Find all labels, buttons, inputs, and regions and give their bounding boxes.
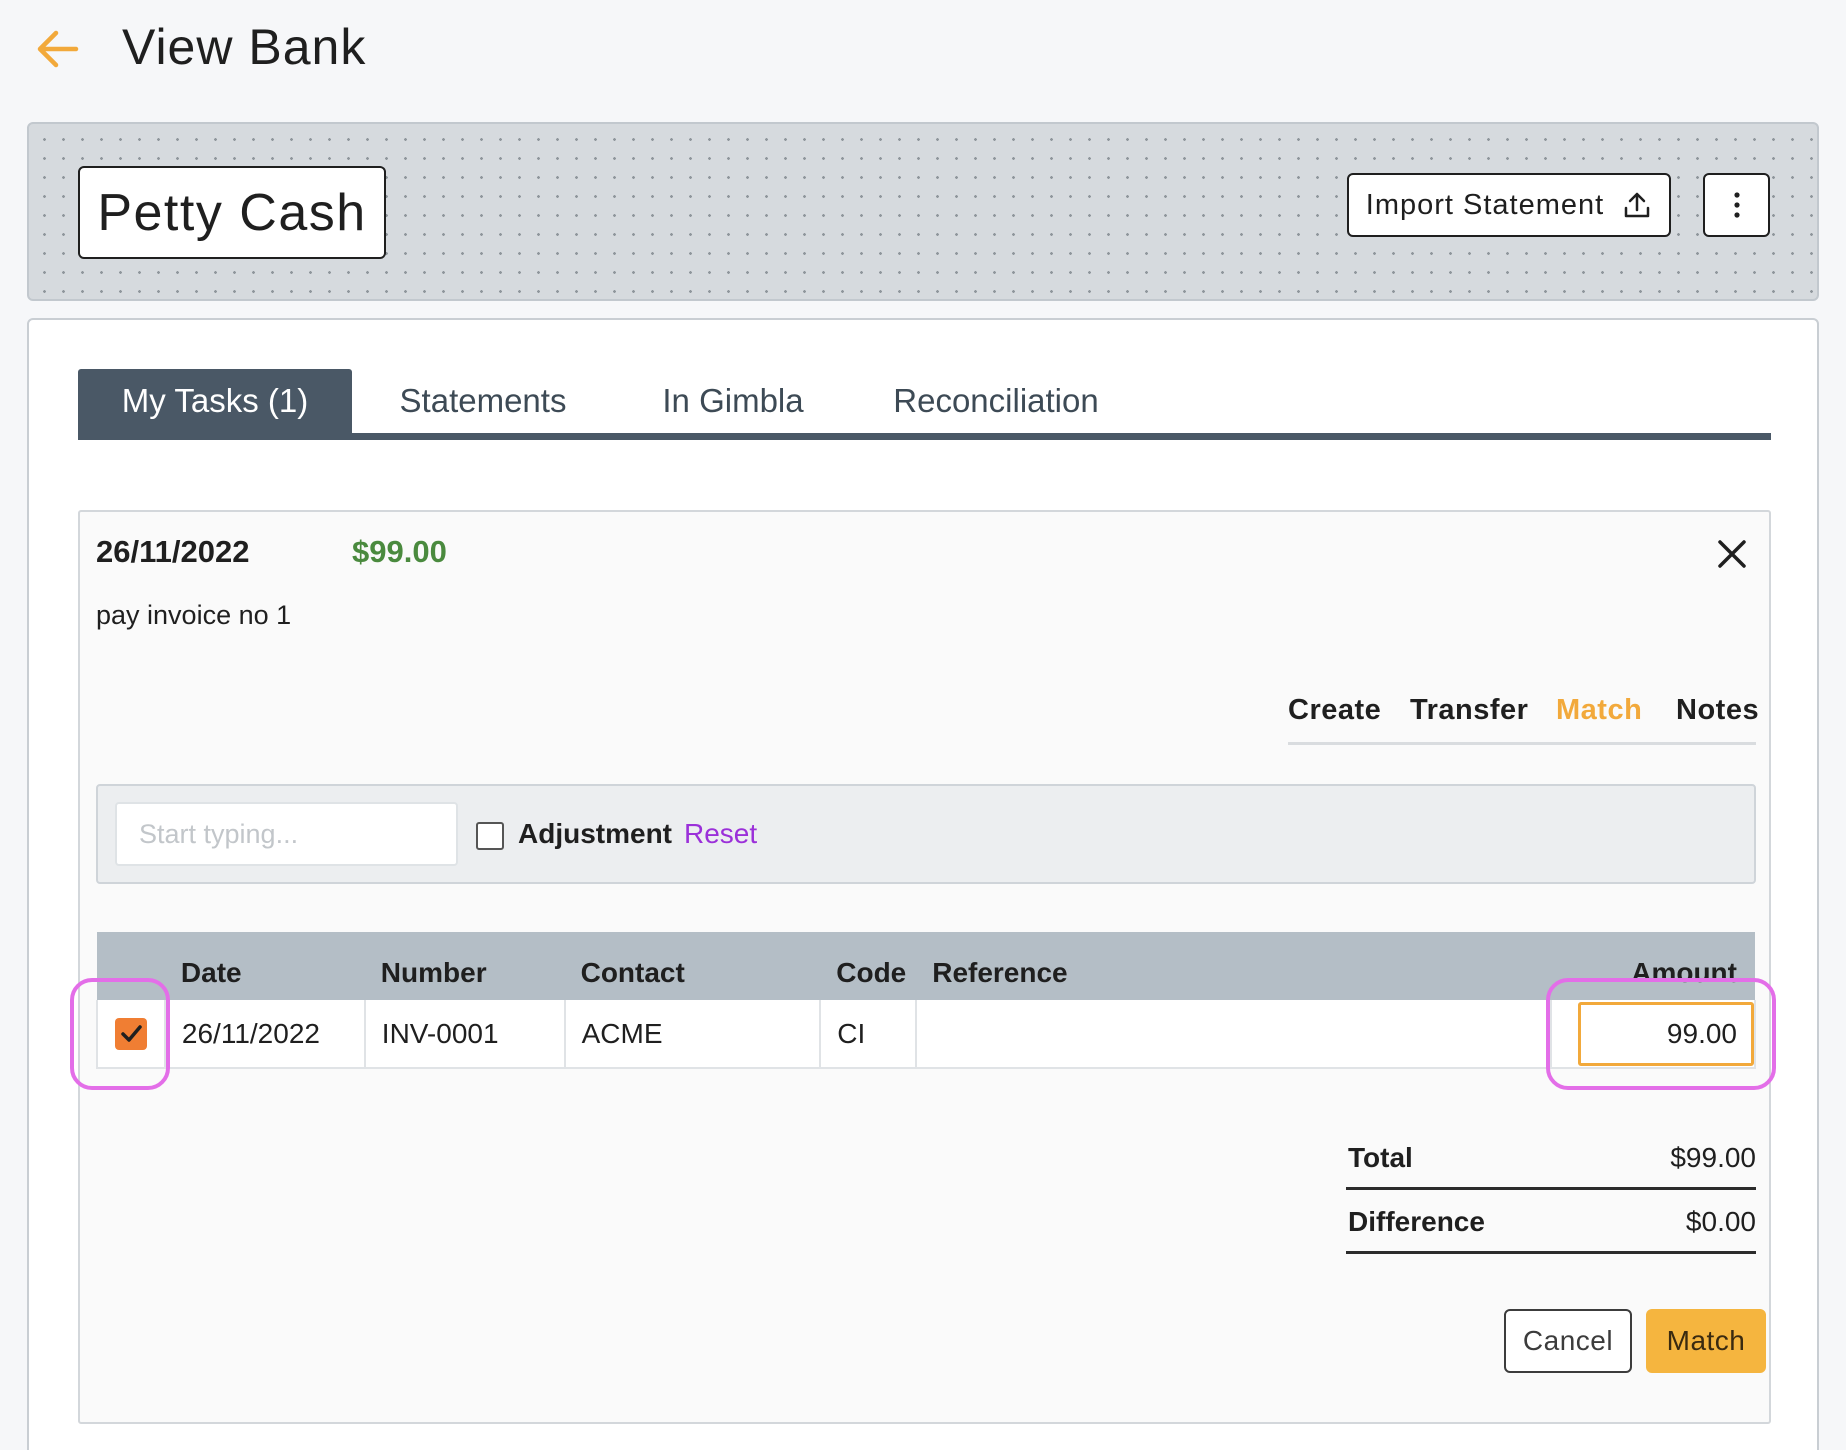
cancel-button[interactable]: Cancel xyxy=(1504,1309,1632,1373)
arrow-left-icon[interactable] xyxy=(32,24,82,74)
amount-input[interactable] xyxy=(1578,1001,1754,1066)
action-tab-create[interactable]: Create xyxy=(1288,694,1381,727)
task-description: pay invoice no 1 xyxy=(96,600,292,630)
reset-link[interactable]: Reset xyxy=(684,818,757,850)
table-row[interactable]: 26/11/2022 INV-0001 ACME CI xyxy=(96,1000,1756,1069)
cell-code: CI xyxy=(820,1000,918,1069)
row-select-cell xyxy=(96,1000,166,1069)
cell-number: INV-0001 xyxy=(364,1000,566,1069)
account-banner: Petty Cash Import Statement xyxy=(27,122,1819,301)
tab-my-tasks[interactable]: My Tasks (1) xyxy=(78,369,352,433)
col-select xyxy=(97,932,165,1000)
action-tabs: Create Transfer Match Notes xyxy=(1288,690,1759,745)
total-row: Total $99.00 xyxy=(1346,1126,1756,1190)
match-table: Date Number Contact Code Reference Amoun… xyxy=(96,932,1756,1069)
table-header-row: Date Number Contact Code Reference Amoun… xyxy=(97,932,1755,1000)
action-tab-transfer[interactable]: Transfer xyxy=(1410,694,1528,727)
col-amount: Amount xyxy=(1551,932,1755,1000)
difference-row: Difference $0.00 xyxy=(1346,1190,1756,1254)
tab-reconciliation[interactable]: Reconciliation xyxy=(876,369,1116,433)
action-tab-match[interactable]: Match xyxy=(1556,694,1642,727)
task-date: 26/11/2022 xyxy=(96,534,250,569)
search-input[interactable] xyxy=(115,802,458,866)
action-tab-notes[interactable]: Notes xyxy=(1676,694,1759,727)
checkmark-icon xyxy=(121,1025,142,1043)
account-name: Petty Cash xyxy=(78,166,386,259)
cell-date: 26/11/2022 xyxy=(164,1000,366,1069)
main-card: My Tasks (1) Statements In Gimbla Reconc… xyxy=(27,318,1819,1450)
task-card: 26/11/2022 $99.00 pay invoice no 1 Creat… xyxy=(70,510,1776,1424)
close-icon[interactable] xyxy=(1712,534,1752,574)
difference-value: $0.00 xyxy=(1685,1206,1756,1237)
upload-icon xyxy=(1624,192,1650,218)
tab-in-gimbla[interactable]: In Gimbla xyxy=(638,369,828,433)
row-checkbox[interactable] xyxy=(114,1018,147,1051)
task-amount: $99.00 xyxy=(352,534,447,569)
col-reference: Reference xyxy=(916,932,1552,1000)
totals: Total $99.00 Difference $0.00 xyxy=(1346,1126,1756,1254)
vertical-dots-icon xyxy=(1733,192,1740,218)
col-number: Number xyxy=(364,932,565,1000)
tab-underline xyxy=(78,433,1771,440)
top-bar: View Bank xyxy=(0,0,1846,100)
filter-bar: Adjustment Reset xyxy=(96,784,1756,884)
tab-bar: My Tasks (1) Statements In Gimbla Reconc… xyxy=(78,369,1771,445)
total-value: $99.00 xyxy=(1670,1142,1756,1173)
col-date: Date xyxy=(164,932,365,1000)
cell-reference xyxy=(916,1000,1553,1069)
adjustment-checkbox[interactable] xyxy=(476,822,504,850)
cell-contact: ACME xyxy=(564,1000,822,1069)
adjustment-label: Adjustment xyxy=(518,818,672,849)
more-options-button[interactable] xyxy=(1703,173,1770,237)
cell-amount xyxy=(1551,1000,1756,1069)
col-contact: Contact xyxy=(564,932,821,1000)
match-button[interactable]: Match xyxy=(1646,1309,1766,1373)
col-code: Code xyxy=(820,932,917,1000)
import-statement-label: Import Statement xyxy=(1365,188,1605,221)
import-statement-button[interactable]: Import Statement xyxy=(1347,173,1671,237)
total-label: Total xyxy=(1348,1142,1413,1173)
page-title: View Bank xyxy=(122,19,367,75)
tab-statements[interactable]: Statements xyxy=(378,369,588,433)
difference-label: Difference xyxy=(1348,1206,1485,1237)
